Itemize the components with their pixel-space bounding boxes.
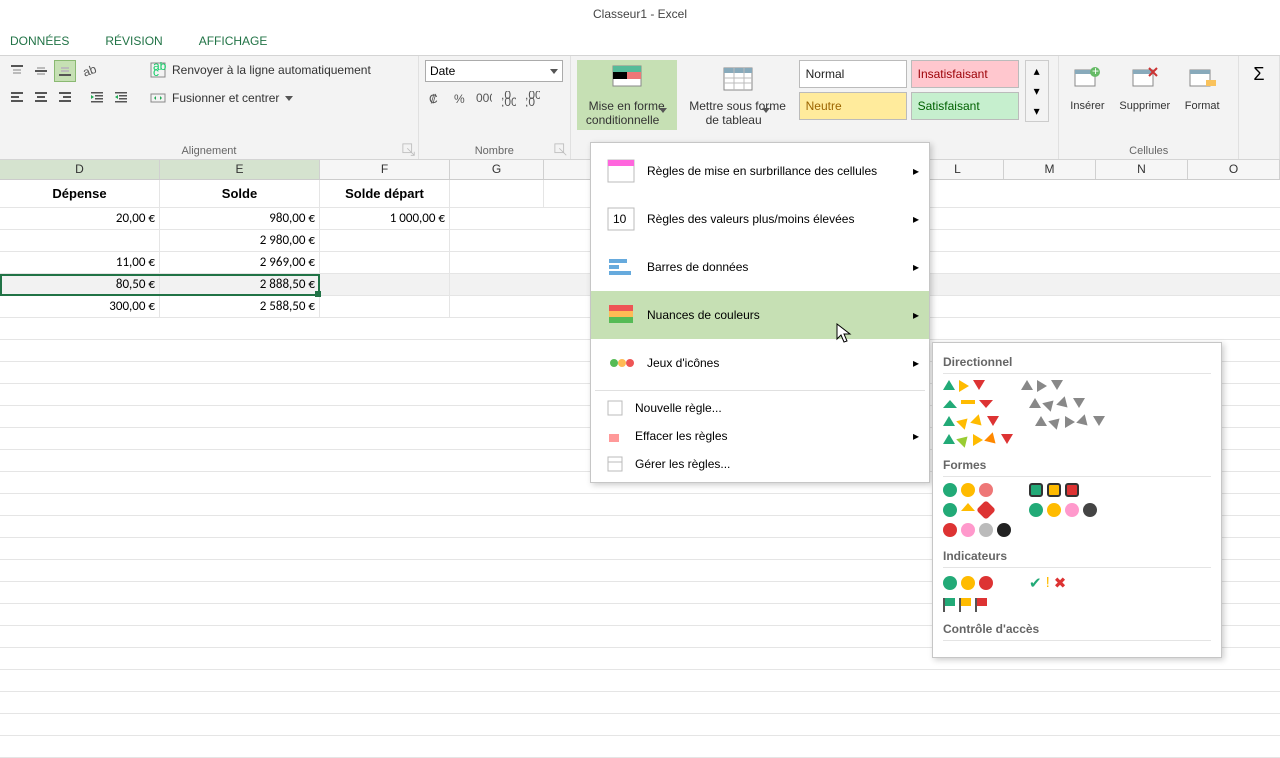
ribbon-group-cells: + Insérer Supprimer Format Cellules xyxy=(1059,56,1239,159)
cf-manage-rules[interactable]: Gérer les règles... xyxy=(591,450,929,478)
col-header-M[interactable]: M xyxy=(1004,160,1096,179)
valign-middle-button[interactable] xyxy=(30,60,52,82)
chevron-right-icon: ▸ xyxy=(913,308,919,322)
iconset-5arrows-gray[interactable] xyxy=(1035,416,1105,428)
svg-text:000: 000 xyxy=(476,91,492,105)
halign-right-button[interactable] xyxy=(54,86,76,108)
ribbon-tabs: DONNÉES RÉVISION AFFICHAGE xyxy=(0,28,1280,56)
insert-cells-button[interactable]: + Insérer xyxy=(1065,60,1109,115)
number-format-select[interactable]: Date xyxy=(425,60,563,82)
valign-top-button[interactable] xyxy=(6,60,28,82)
col-header-N[interactable]: N xyxy=(1096,160,1188,179)
orientation-button[interactable]: ab xyxy=(78,60,100,82)
cell-style-normal[interactable]: Normal xyxy=(799,60,907,88)
chevron-right-icon: ▸ xyxy=(913,260,919,274)
gallery-section-directional: Directionnel xyxy=(943,349,1211,374)
halign-center-button[interactable] xyxy=(30,86,52,108)
tab-revision[interactable]: RÉVISION xyxy=(101,28,166,55)
iconset-redtoblack[interactable] xyxy=(943,523,1011,537)
gallery-section-shapes: Formes xyxy=(943,452,1211,477)
cell-style-neutral[interactable]: Neutre xyxy=(799,92,907,120)
col-header-G[interactable]: G xyxy=(450,160,544,179)
iconset-3symbols-circled[interactable] xyxy=(943,576,993,590)
merge-center-button[interactable]: Fusionner et centrer xyxy=(144,88,377,108)
cf-color-scales[interactable]: Nuances de couleurs ▸ xyxy=(591,291,929,339)
thousands-format-button[interactable]: 000 xyxy=(473,88,495,110)
indent-increase-button[interactable] xyxy=(110,86,132,108)
ribbon-group-alignment: ab abc Renvoyer à la ligne automatiqueme… xyxy=(0,56,419,159)
delete-cells-button[interactable]: Supprimer xyxy=(1115,60,1174,115)
decrease-decimal-button[interactable]: ,00,0 xyxy=(521,88,543,110)
title-bar: Classeur1 - Excel xyxy=(0,0,1280,28)
increase-decimal-button[interactable]: ,0,00 xyxy=(497,88,519,110)
cf-clear-rules[interactable]: Effacer les règles ▸ xyxy=(591,422,929,450)
iconset-3arrows-colored[interactable] xyxy=(943,380,985,392)
chevron-down-icon xyxy=(762,108,770,127)
styles-scroll-up[interactable]: ▴ xyxy=(1026,61,1048,81)
cell-style-bad[interactable]: Insatisfaisant xyxy=(911,60,1019,88)
format-as-table-button[interactable]: Mettre sous formede tableau xyxy=(683,60,793,130)
window-title: Classeur1 - Excel xyxy=(593,7,687,21)
col-header-E[interactable]: E xyxy=(160,160,320,179)
ribbon-group-number: Date ₡ % 000 ,0,00 ,00,0 Nombre xyxy=(419,56,571,159)
svg-text:c: c xyxy=(153,65,159,78)
svg-text:,0: ,0 xyxy=(525,95,535,107)
cell-style-good[interactable]: Satisfaisant xyxy=(911,92,1019,120)
percent-format-button[interactable]: % xyxy=(449,88,471,110)
iconset-3arrows-gray[interactable] xyxy=(1021,380,1063,392)
chevron-right-icon: ▸ xyxy=(913,164,919,178)
indent-decrease-button[interactable] xyxy=(86,86,108,108)
tab-donnees[interactable]: DONNÉES xyxy=(6,28,73,55)
iconset-3flags[interactable] xyxy=(943,598,987,610)
iconset-4arrows-colored[interactable] xyxy=(943,416,999,428)
format-cells-button[interactable]: Format xyxy=(1180,60,1224,115)
chevron-down-icon xyxy=(550,69,558,74)
cf-new-rule[interactable]: Nouvelle règle... xyxy=(591,394,929,422)
svg-text:+: + xyxy=(1092,64,1099,78)
accounting-format-button[interactable]: ₡ xyxy=(425,88,447,110)
tab-affichage[interactable]: AFFICHAGE xyxy=(195,28,272,55)
iconset-3triangles[interactable] xyxy=(943,400,993,408)
svg-text:10: 10 xyxy=(613,212,627,226)
cf-top-bottom-rules[interactable]: 10 Règles des valeurs plus/moins élevées… xyxy=(591,195,929,243)
cf-highlight-rules[interactable]: Règles de mise en surbrillance des cellu… xyxy=(591,147,929,195)
ribbon-group-editing: Σ xyxy=(1239,56,1280,159)
gallery-section-ratings: Contrôle d'accès xyxy=(943,616,1211,641)
chevron-down-icon xyxy=(285,96,293,101)
halign-left-button[interactable] xyxy=(6,86,28,108)
iconset-4arrows-gray[interactable] xyxy=(1029,398,1085,410)
chevron-down-icon xyxy=(659,108,667,127)
iconset-3signs[interactable] xyxy=(943,503,993,517)
col-header-O[interactable]: O xyxy=(1188,160,1280,179)
cf-data-bars[interactable]: Barres de données ▸ xyxy=(591,243,929,291)
cf-icon-sets[interactable]: Jeux d'icônes ▸ xyxy=(591,339,929,387)
styles-more[interactable]: ▾ xyxy=(1026,101,1048,121)
chevron-right-icon: ▸ xyxy=(913,212,919,226)
dialog-launcher-icon[interactable] xyxy=(402,143,416,157)
iconset-5arrows-colored[interactable] xyxy=(943,434,1013,446)
iconset-3trafficlights[interactable] xyxy=(943,483,993,497)
dialog-launcher-icon[interactable] xyxy=(554,143,568,157)
iconset-3symbols-uncircled[interactable]: ✔!✖ xyxy=(1029,574,1066,592)
styles-scroll-down[interactable]: ▾ xyxy=(1026,81,1048,101)
svg-text:%: % xyxy=(454,92,465,106)
gallery-section-indicators: Indicateurs xyxy=(943,543,1211,568)
conditional-formatting-button[interactable]: Mise en formeconditionnelle xyxy=(577,60,677,130)
icon-sets-gallery: Directionnel Formes xyxy=(932,342,1222,658)
svg-text:₡: ₡ xyxy=(429,92,438,106)
chevron-right-icon: ▸ xyxy=(913,356,919,370)
conditional-formatting-menu: Règles de mise en surbrillance des cellu… xyxy=(590,142,930,483)
svg-text:,00: ,00 xyxy=(501,95,516,107)
svg-text:ab: ab xyxy=(81,63,97,79)
chevron-right-icon: ▸ xyxy=(913,429,919,443)
iconset-4trafficlights[interactable] xyxy=(1029,503,1097,517)
col-header-D[interactable]: D xyxy=(0,160,160,179)
iconset-3trafficlights-rimmed[interactable] xyxy=(1029,483,1079,497)
wrap-text-button[interactable]: abc Renvoyer à la ligne automatiquement xyxy=(144,60,377,80)
autosum-button[interactable]: Σ xyxy=(1245,60,1273,88)
valign-bottom-button[interactable] xyxy=(54,60,76,82)
col-header-F[interactable]: F xyxy=(320,160,450,179)
